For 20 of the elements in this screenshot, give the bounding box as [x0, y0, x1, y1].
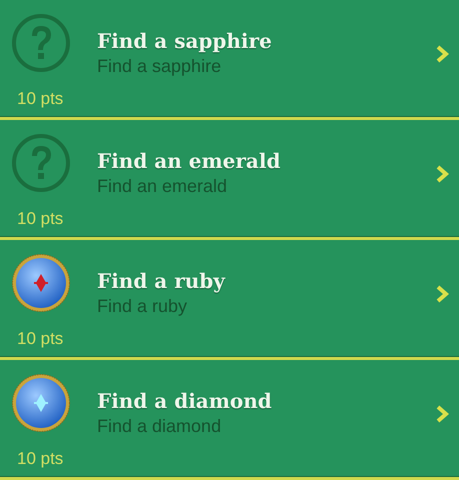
points-label: 10 pts [17, 208, 64, 230]
achievement-title: Find an emerald [97, 148, 280, 175]
points-label: 10 pts [17, 328, 64, 350]
chevron-right-icon [435, 284, 449, 304]
achievement-description: Find a sapphire [97, 55, 222, 77]
points-label: 10 pts [17, 88, 64, 110]
points-label: 10 pts [17, 448, 64, 470]
achievement-description: Find a ruby [97, 295, 188, 317]
chevron-right-icon [435, 164, 449, 184]
achievement-title: Find a diamond [97, 388, 272, 415]
chevron-right-icon [435, 44, 449, 64]
achievement-title: Find a sapphire [97, 28, 272, 55]
gem-medal-icon [11, 253, 71, 313]
achievement-description: Find a diamond [97, 415, 222, 437]
question-icon [11, 13, 71, 73]
question-icon [11, 133, 71, 193]
achievement-description: Find an emerald [97, 175, 228, 197]
chevron-right-icon [435, 404, 449, 424]
achievement-title: Find a ruby [97, 268, 225, 295]
gem-medal-icon [11, 373, 71, 433]
